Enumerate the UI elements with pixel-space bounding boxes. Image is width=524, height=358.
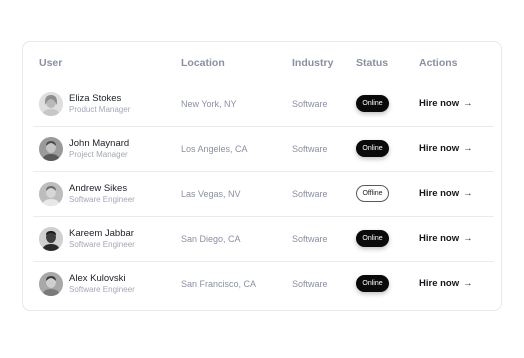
hire-now-label: Hire now — [419, 188, 460, 199]
table-body: Eliza Stokes Product Manager New York, N… — [33, 82, 494, 306]
avatar — [39, 272, 63, 296]
status-badge: Online — [356, 140, 389, 157]
arrow-right-icon: → — [463, 233, 473, 244]
user-location: San Diego, CA — [181, 234, 241, 244]
table-row: John Maynard Project Manager Los Angeles… — [33, 127, 494, 172]
user-industry: Software — [292, 99, 328, 109]
arrow-right-icon: → — [463, 98, 473, 109]
user-name: Eliza Stokes — [69, 93, 122, 104]
table-row: Alex Kulovski Software Engineer San Fran… — [33, 262, 494, 306]
hire-now-button[interactable]: Hire now → — [419, 98, 473, 109]
user-location: Los Angeles, CA — [181, 144, 248, 154]
column-header-location: Location — [181, 57, 225, 69]
arrow-right-icon: → — [463, 278, 473, 289]
table-row: Eliza Stokes Product Manager New York, N… — [33, 82, 494, 127]
status-badge: Online — [356, 95, 389, 112]
hire-now-button[interactable]: Hire now → — [419, 278, 473, 289]
column-header-user: User — [39, 57, 63, 69]
user-location: Las Vegas, NV — [181, 189, 241, 199]
hire-now-label: Hire now — [419, 278, 460, 289]
avatar — [39, 182, 63, 206]
table-row: Kareem Jabbar Software Engineer San Dieg… — [33, 217, 494, 262]
status-badge: Online — [356, 275, 389, 292]
status-badge: Offline — [356, 185, 389, 202]
user-location: San Francisco, CA — [181, 279, 257, 289]
user-role: Project Manager — [69, 150, 128, 159]
column-header-actions: Actions — [419, 57, 458, 69]
avatar — [39, 92, 63, 116]
hire-now-label: Hire now — [419, 233, 460, 244]
hire-now-label: Hire now — [419, 143, 460, 154]
column-header-status: Status — [356, 57, 389, 69]
user-name: Kareem Jabbar — [69, 228, 134, 239]
user-industry: Software — [292, 234, 328, 244]
user-name: John Maynard — [69, 138, 130, 149]
status-badge: Online — [356, 230, 389, 247]
arrow-right-icon: → — [463, 143, 473, 154]
user-name: Andrew Sikes — [69, 183, 128, 194]
user-role: Software Engineer — [69, 195, 135, 204]
user-industry: Software — [292, 279, 328, 289]
avatar — [39, 227, 63, 251]
user-industry: Software — [292, 189, 328, 199]
user-industry: Software — [292, 144, 328, 154]
avatar — [39, 137, 63, 161]
user-name: Alex Kulovski — [69, 273, 126, 284]
hire-now-button[interactable]: Hire now → — [419, 233, 473, 244]
user-location: New York, NY — [181, 99, 237, 109]
table-header: User Location Industry Status Actions — [23, 42, 501, 84]
user-role: Software Engineer — [69, 240, 135, 249]
hire-now-label: Hire now — [419, 98, 460, 109]
hire-now-button[interactable]: Hire now → — [419, 143, 473, 154]
arrow-right-icon: → — [463, 188, 473, 199]
users-table-card: User Location Industry Status Actions El… — [22, 41, 502, 311]
table-row: Andrew Sikes Software Engineer Las Vegas… — [33, 172, 494, 217]
column-header-industry: Industry — [292, 57, 334, 69]
user-role: Product Manager — [69, 105, 131, 114]
hire-now-button[interactable]: Hire now → — [419, 188, 473, 199]
user-role: Software Engineer — [69, 285, 135, 294]
